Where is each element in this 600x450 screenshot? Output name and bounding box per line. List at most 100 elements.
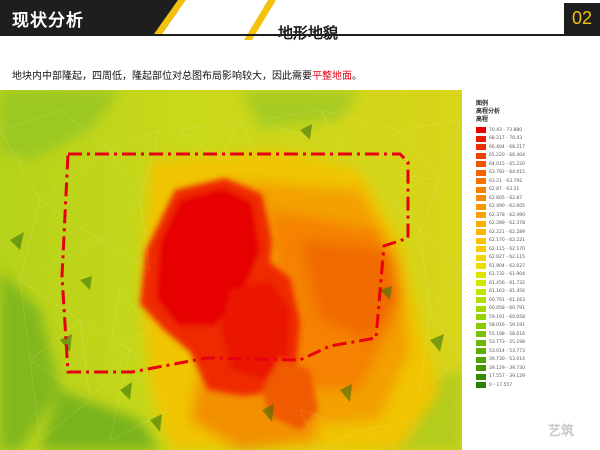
legend-label: 0 - 17.557 [489, 382, 513, 388]
section-title: 现状分析 [12, 11, 84, 31]
legend-label: 68.217 - 70.43 [489, 136, 523, 142]
legend-item: 68.217 - 70.43 [476, 135, 566, 144]
legend-label: 62.289 - 62.378 [489, 221, 525, 227]
legend-item: 55.198 - 58.016 [476, 330, 566, 339]
legend-item: 62.490 - 62.605 [476, 203, 566, 212]
legend-label: 63.792 - 64.015 [489, 170, 525, 176]
legend-field: 高程 [476, 116, 489, 123]
legend-item: 64.015 - 65.220 [476, 160, 566, 169]
legend-swatch [476, 331, 486, 338]
legend-label: 61.456 - 61.732 [489, 280, 525, 286]
legend-subtitle: 高程分析 [476, 108, 501, 115]
legend-swatch [476, 178, 486, 185]
legend-swatch [476, 220, 486, 227]
legend-swatch [476, 254, 486, 261]
legend-panel: 图例 高程分析 高程 70.43 - 73.880 68.217 - 70.43 6… [476, 100, 566, 390]
legend-swatch [476, 339, 486, 346]
legend-item: 63.792 - 64.015 [476, 169, 566, 178]
legend-swatch [476, 365, 486, 372]
legend-item: 53.773 - 55.198 [476, 339, 566, 348]
legend-swatch [476, 229, 486, 236]
legend-label: 58.016 - 59.191 [489, 323, 525, 329]
legend-item: 61.732 - 61.904 [476, 271, 566, 280]
legend-swatch [476, 348, 486, 355]
legend-label: 60.791 - 61.163 [489, 297, 525, 303]
legend-label: 61.732 - 61.904 [489, 272, 525, 278]
elevation-map [0, 90, 462, 450]
description-text: 地块内中部隆起，四周低，隆起部位对总图布局影响较大，因此需要平整地面。 [12, 67, 362, 82]
legend-item: 61.456 - 61.732 [476, 279, 566, 288]
legend-item: 62.378 - 62.490 [476, 211, 566, 220]
legend-item: 70.43 - 73.880 [476, 126, 566, 135]
page-number: 02 [564, 3, 600, 34]
legend-swatch [476, 135, 486, 142]
legend-item: 66.404 - 68.217 [476, 143, 566, 152]
legend-swatch [476, 186, 486, 193]
legend-rows: 70.43 - 73.880 68.217 - 70.43 66.404 - 68.… [476, 126, 566, 390]
legend-swatch [476, 161, 486, 168]
legend-item: 39.730 - 53.014 [476, 356, 566, 365]
legend-swatch [476, 305, 486, 312]
legend-item: 61.163 - 61.456 [476, 288, 566, 297]
legend-swatch [476, 144, 486, 151]
legend-label: 60.058 - 60.791 [489, 306, 525, 312]
description-end: 。 [352, 71, 362, 82]
legend-label: 61.904 - 62.027 [489, 263, 525, 269]
legend-item: 39.129 - 39.730 [476, 364, 566, 373]
legend-label: 63.21 - 63.792 [489, 178, 523, 184]
legend-item: 62.289 - 62.378 [476, 220, 566, 229]
legend-label: 39.730 - 53.014 [489, 357, 525, 363]
legend-label: 39.129 - 39.730 [489, 365, 525, 371]
legend-label: 62.378 - 62.490 [489, 212, 525, 218]
legend-swatch [476, 263, 486, 270]
legend-label: 62.115 - 62.170 [489, 246, 525, 252]
legend-label: 55.198 - 58.016 [489, 331, 525, 337]
legend-item: 60.058 - 60.791 [476, 305, 566, 314]
legend-swatch [476, 314, 486, 321]
legend-label: 66.404 - 68.217 [489, 144, 525, 150]
legend-item: 17.557 - 39.129 [476, 373, 566, 382]
legend-swatch [476, 382, 486, 389]
legend-label: 62.490 - 62.605 [489, 204, 525, 210]
page-subtitle: 地形地貌 [278, 24, 339, 42]
legend-title: 图例 [476, 100, 489, 107]
legend-swatch [476, 212, 486, 219]
legend-label: 64.015 - 65.220 [489, 161, 525, 167]
legend-swatch [476, 297, 486, 304]
legend-swatch [476, 195, 486, 202]
legend-swatch [476, 169, 486, 176]
legend-item: 62.221 - 62.289 [476, 228, 566, 237]
legend-swatch [476, 373, 486, 380]
watermark-logo: 艺筑 [548, 424, 575, 439]
legend-label: 62.170 - 62.221 [489, 238, 525, 244]
legend-label: 62.221 - 62.289 [489, 229, 525, 235]
legend-swatch [476, 271, 486, 278]
legend-item: 53.014 - 53.773 [476, 347, 566, 356]
description-highlight: 平整地面 [312, 71, 352, 82]
legend-label: 62.027 - 62.115 [489, 255, 525, 261]
legend-item: 59.191 - 60.058 [476, 313, 566, 322]
legend-item: 62.027 - 62.115 [476, 254, 566, 263]
legend-item: 63.21 - 63.792 [476, 177, 566, 186]
legend-label: 62.605 - 62.87 [489, 195, 523, 201]
legend-item: 62.605 - 62.87 [476, 194, 566, 203]
legend-item: 62.115 - 62.170 [476, 245, 566, 254]
legend-label: 65.220 - 66.404 [489, 153, 525, 159]
legend-swatch [476, 246, 486, 253]
legend-swatch [476, 127, 486, 134]
legend-label: 53.014 - 53.773 [489, 348, 525, 354]
legend-label: 62.87 - 63.21 [489, 187, 520, 193]
legend-swatch [476, 152, 486, 159]
legend-item: 62.87 - 63.21 [476, 186, 566, 195]
legend-swatch [476, 356, 486, 363]
legend-swatch [476, 288, 486, 295]
legend-label: 70.43 - 73.880 [489, 127, 523, 133]
legend-swatch [476, 203, 486, 210]
legend-label: 59.191 - 60.058 [489, 314, 525, 320]
legend-label: 53.773 - 55.198 [489, 340, 525, 346]
legend-label: 61.163 - 61.456 [489, 289, 525, 295]
legend-item: 62.170 - 62.221 [476, 237, 566, 246]
legend-item: 58.016 - 59.191 [476, 322, 566, 331]
legend-item: 60.791 - 61.163 [476, 296, 566, 305]
legend-swatch [476, 237, 486, 244]
